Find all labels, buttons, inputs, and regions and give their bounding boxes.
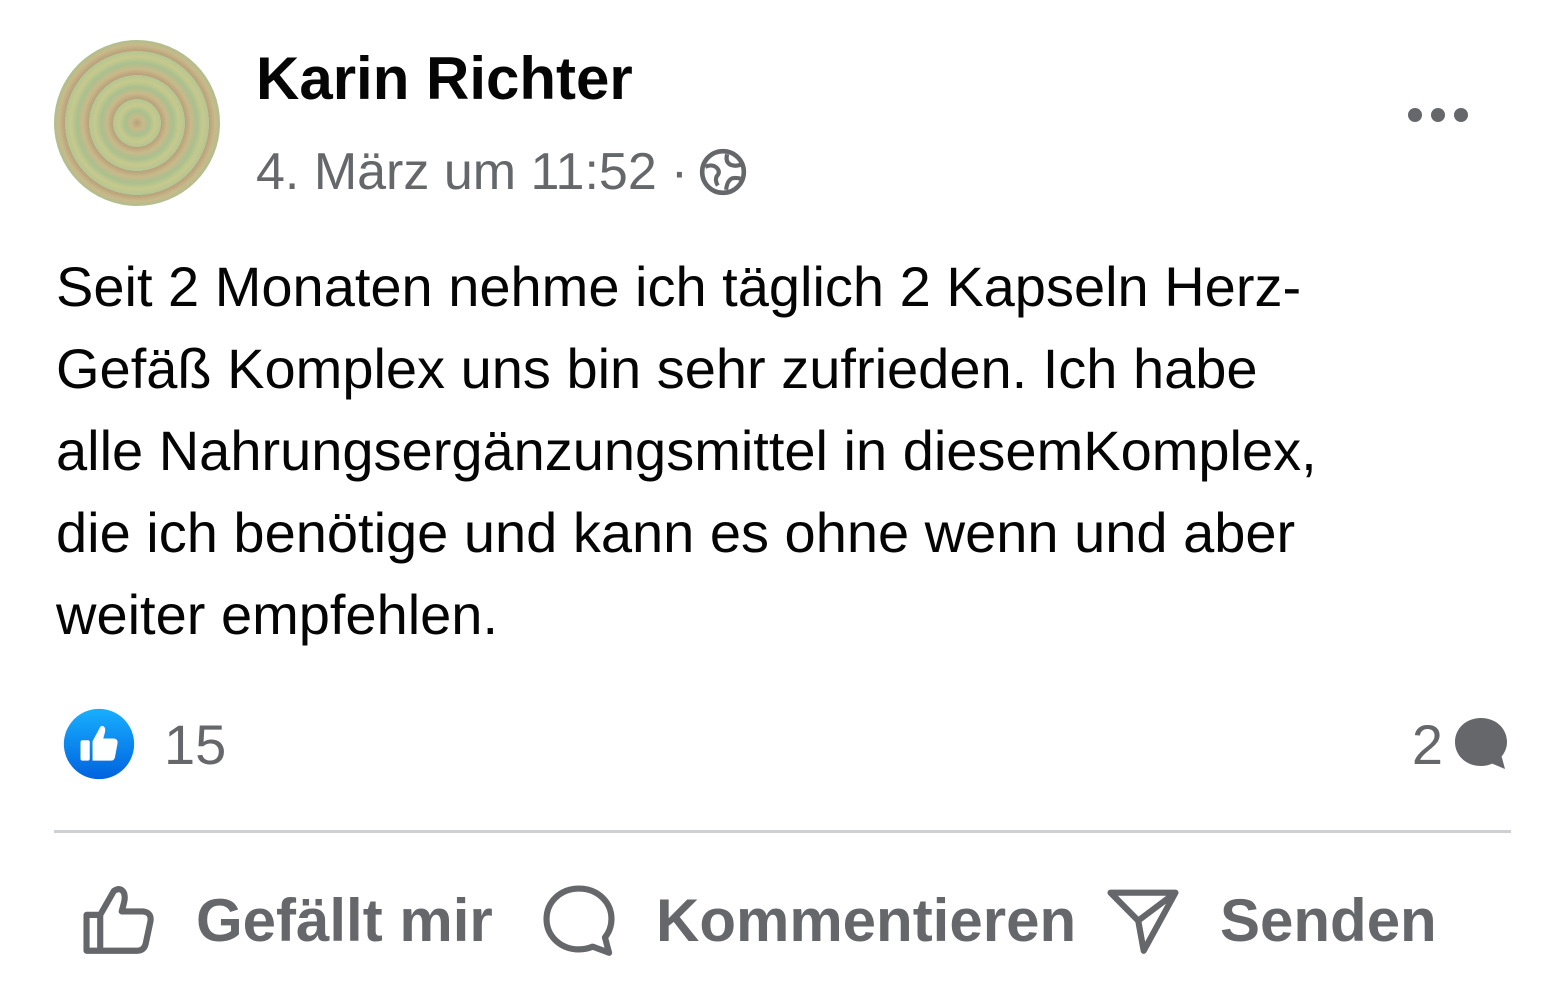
send-icon bbox=[1107, 889, 1179, 954]
comment-count: 2 bbox=[1411, 712, 1443, 776]
comment-bubble-icon bbox=[1455, 718, 1507, 769]
more-options-dot bbox=[1454, 108, 1468, 122]
author-name[interactable]: Karin Richter bbox=[256, 44, 633, 113]
reaction-count: 15 bbox=[164, 712, 227, 776]
post-meta: 4. März um 11:52 · bbox=[256, 140, 748, 204]
more-options-icon bbox=[1408, 108, 1422, 122]
post-card: Karin Richter 4. März um 11:52 · Seit 2 … bbox=[0, 0, 1561, 999]
comment-button-label: Kommentieren bbox=[656, 886, 1077, 954]
like-button-label: Gefällt mir bbox=[196, 886, 493, 954]
like-reaction-icon bbox=[63, 708, 135, 780]
more-options-dot bbox=[1431, 108, 1445, 122]
thumbs-up-icon bbox=[83, 886, 154, 954]
send-button-label: Senden bbox=[1220, 886, 1437, 954]
comment-icon bbox=[543, 885, 615, 956]
comment-button[interactable]: Kommentieren bbox=[538, 850, 1076, 990]
send-button[interactable]: Senden bbox=[1102, 850, 1437, 990]
post-timestamp[interactable]: 4. März um 11:52 bbox=[256, 142, 657, 202]
globe-icon[interactable] bbox=[698, 147, 748, 197]
more-options-button[interactable] bbox=[1395, 90, 1481, 140]
like-button[interactable]: Gefällt mir bbox=[78, 850, 493, 990]
meta-separator: · bbox=[670, 143, 689, 201]
avatar[interactable] bbox=[54, 40, 220, 206]
post-text: Seit 2 Monaten nehme ich täglich 2 Kapse… bbox=[56, 255, 1317, 646]
action-bar: Gefällt mir Kommentieren Senden bbox=[54, 850, 1511, 990]
divider bbox=[54, 830, 1511, 833]
comments-summary[interactable]: 2 bbox=[1412, 706, 1513, 782]
reactions-summary[interactable]: 15 bbox=[62, 706, 226, 782]
